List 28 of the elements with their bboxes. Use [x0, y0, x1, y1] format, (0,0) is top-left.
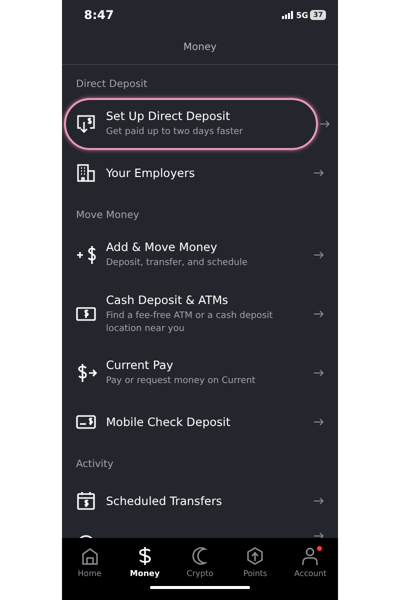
item-title: Your Employers: [106, 166, 196, 180]
tab[interactable]: Money: [117, 546, 172, 578]
section-label: Activity: [75, 458, 114, 472]
section-label: Direct Deposit: [75, 78, 148, 92]
item-subtitle: Find a fee-free ATM or a cash deposit location near you: [106, 310, 274, 336]
tab[interactable]: Home: [62, 546, 118, 578]
menu-item[interactable]: Add & Move Money Deposit, transfer, and schedule: [62, 229, 338, 281]
item-title: Mobile Check Deposit: [106, 415, 232, 429]
network-label: 5G: [296, 10, 308, 20]
item-title: Current Pay: [106, 358, 174, 372]
item-subtitle: Pay or request money on Current: [106, 375, 256, 388]
item-title: Scheduled Transfers: [106, 494, 224, 508]
menu-item[interactable]: Cash Deposit & ATMs Find a fee-free ATM or a cash deposit location near you: [62, 281, 338, 347]
tab[interactable]: Crypto: [172, 546, 228, 578]
item-subtitle: Get paid up to two days faster: [106, 126, 244, 139]
menu-item[interactable]: Your Employers: [62, 150, 338, 196]
screen-title: Money: [183, 42, 217, 52]
tab[interactable]: Account: [282, 546, 338, 578]
item-title: Cash Deposit & ATMs: [106, 292, 230, 306]
section-label: Move Money: [75, 209, 140, 223]
item-title: Add & Move Money: [106, 240, 218, 254]
menu-item[interactable]: Current Pay Pay or request money on Current: [62, 347, 338, 399]
status-time: 8:47: [84, 8, 114, 22]
item-subtitle: Deposit, transfer, and schedule: [106, 257, 249, 270]
menu-item[interactable]: Scheduled Transfers: [62, 478, 338, 524]
tab[interactable]: Points: [228, 546, 283, 578]
menu-item[interactable]: Mobile Check Deposit: [62, 399, 338, 445]
item-title: Set Up Direct Deposit: [106, 109, 231, 123]
